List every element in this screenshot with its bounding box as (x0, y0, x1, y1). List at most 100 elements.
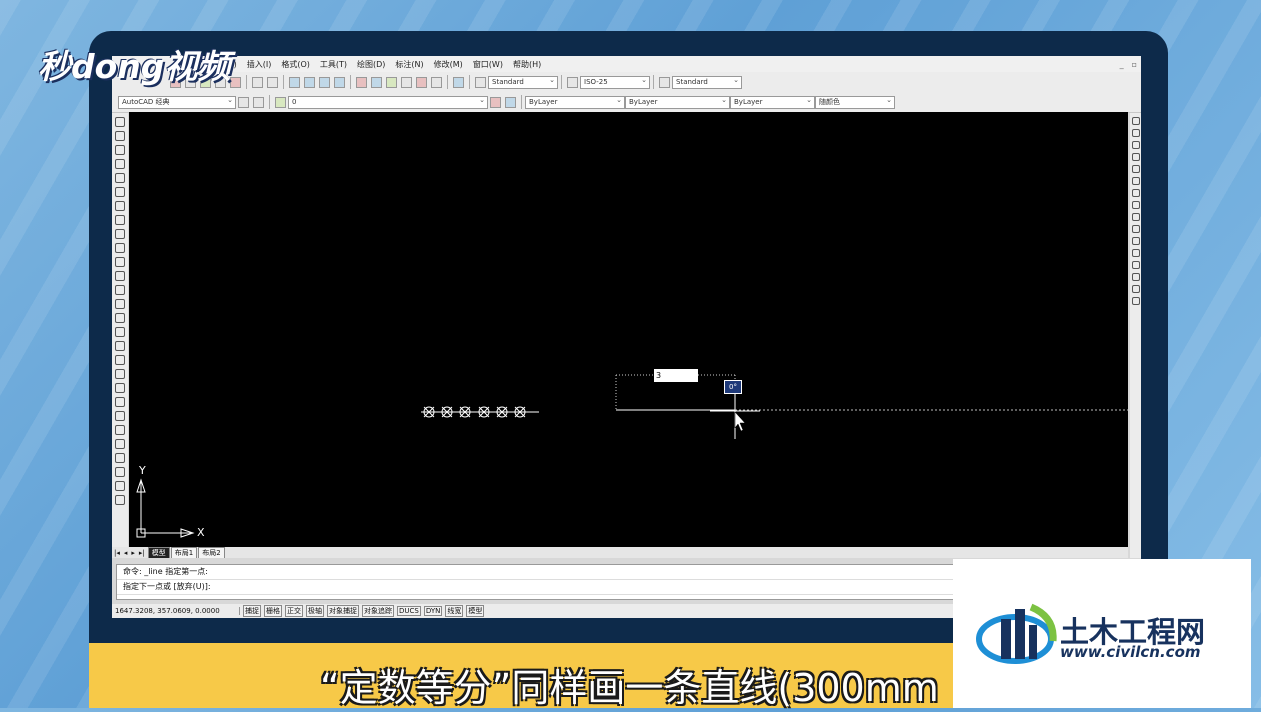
menu-draw[interactable]: 绘图(D) (352, 59, 390, 70)
explode-icon[interactable] (1131, 297, 1140, 305)
menu-modify[interactable]: 修改(M) (429, 59, 468, 70)
ortho-toggle[interactable]: 正交 (285, 605, 303, 617)
polar-toggle[interactable]: 极轴 (306, 605, 324, 617)
polyline-icon[interactable] (115, 145, 125, 155)
tab-model[interactable]: 模型 (147, 547, 170, 558)
plotstyle-select[interactable]: 随颜色 (815, 95, 895, 109)
dynamic-input-field[interactable]: 3 (654, 369, 698, 382)
menu-insert[interactable]: 插入(I) (242, 59, 277, 70)
polygon-icon[interactable] (115, 159, 125, 169)
undo-icon[interactable] (252, 76, 263, 88)
design-center-icon[interactable] (371, 76, 382, 88)
sheet-set-icon[interactable] (401, 76, 412, 88)
circle-icon[interactable] (115, 201, 125, 211)
center-mark-icon[interactable] (115, 453, 125, 463)
ellipse-icon[interactable] (115, 243, 125, 253)
tab-layout1[interactable]: 布局1 (170, 547, 198, 558)
copy-object-icon[interactable] (1131, 129, 1140, 137)
leader-icon[interactable] (115, 425, 125, 435)
linetype-select[interactable]: ByLayer (625, 95, 730, 109)
redo-icon[interactable] (267, 76, 278, 88)
dimension-linear-icon[interactable] (115, 369, 125, 379)
ducs-toggle[interactable]: DUCS (397, 606, 421, 616)
text-style-select[interactable]: Standard (488, 75, 558, 89)
fillet-icon[interactable] (1131, 285, 1140, 293)
osnap-toggle[interactable]: 对象捕捉 (327, 605, 359, 617)
brush-icon[interactable] (230, 76, 241, 88)
table-style-select[interactable]: Standard (672, 75, 742, 89)
stretch-icon[interactable] (1131, 213, 1140, 221)
next-tab-icon[interactable]: ▸ (129, 549, 137, 557)
table-icon[interactable] (115, 341, 125, 351)
move-icon[interactable] (1131, 177, 1140, 185)
menu-tools[interactable]: 工具(T) (315, 59, 352, 70)
join-icon[interactable] (1131, 261, 1140, 269)
markup-icon[interactable] (416, 76, 427, 88)
hatch-icon[interactable] (115, 299, 125, 309)
break-icon[interactable] (1131, 249, 1140, 257)
prev-tab-icon[interactable]: ◂ (122, 549, 130, 557)
rotate-icon[interactable] (1131, 189, 1140, 197)
spline-icon[interactable] (115, 229, 125, 239)
lineweight-select[interactable]: ByLayer (730, 95, 815, 109)
rectangle-icon[interactable] (115, 173, 125, 183)
color-select[interactable]: ByLayer (525, 95, 625, 109)
zoom-realtime-icon[interactable] (304, 76, 315, 88)
workspace-select[interactable]: AutoCAD 经典 (118, 95, 236, 109)
menu-format[interactable]: 格式(O) (276, 59, 315, 70)
tab-layout2[interactable]: 布局2 (198, 547, 225, 558)
help-icon[interactable] (453, 76, 464, 88)
dim-style-select[interactable]: ISO-25 (580, 75, 650, 89)
extend-icon[interactable] (1131, 237, 1140, 245)
erase-icon[interactable] (1131, 117, 1140, 125)
scale-icon[interactable] (1131, 201, 1140, 209)
point-icon[interactable] (115, 285, 125, 295)
drawing-canvas[interactable]: 3 0° Y X (129, 112, 1128, 547)
zoom-previous-icon[interactable] (334, 76, 345, 88)
snap-toggle[interactable]: 捕捉 (243, 605, 261, 617)
array-icon[interactable] (1131, 165, 1140, 173)
mirror-icon[interactable] (1131, 141, 1140, 149)
continue-dim-icon[interactable] (115, 481, 125, 491)
dimension-radius-icon[interactable] (115, 397, 125, 407)
make-current-layer-icon[interactable] (490, 96, 501, 108)
otrack-toggle[interactable]: 对象追踪 (362, 605, 394, 617)
lineweight-toggle[interactable]: 线宽 (445, 605, 464, 617)
workspace-save-icon[interactable] (253, 96, 264, 108)
restore-icon[interactable]: ▫ (1128, 60, 1141, 69)
dyn-toggle[interactable]: DYN (423, 606, 443, 616)
revision-cloud-icon[interactable] (115, 215, 125, 225)
layer-select[interactable]: 0 (288, 95, 488, 109)
line-tool-icon[interactable] (115, 117, 125, 127)
properties-icon[interactable] (356, 76, 367, 88)
mtext-icon[interactable] (115, 355, 125, 365)
menu-help[interactable]: 帮助(H) (508, 59, 546, 70)
zoom-window-icon[interactable] (319, 76, 330, 88)
chamfer-icon[interactable] (1131, 273, 1140, 281)
model-toggle[interactable]: 模型 (466, 605, 485, 617)
dimension-angle-icon[interactable] (115, 411, 125, 421)
baseline-dim-icon[interactable] (115, 467, 125, 477)
workspace-settings-icon[interactable] (238, 96, 249, 108)
layer-manager-icon[interactable] (275, 96, 286, 108)
insert-block-icon[interactable] (115, 257, 125, 267)
trim-icon[interactable] (1131, 225, 1140, 233)
offset-icon[interactable] (1131, 153, 1140, 161)
calculator-icon[interactable] (431, 76, 442, 88)
construction-line-icon[interactable] (115, 131, 125, 141)
ordinate-dim-icon[interactable] (115, 495, 125, 505)
menu-dimension[interactable]: 标注(N) (390, 59, 428, 70)
arc-icon[interactable] (115, 187, 125, 197)
gradient-icon[interactable] (115, 313, 125, 323)
layer-previous-icon[interactable] (505, 96, 516, 108)
minimize-icon[interactable]: _ (1116, 60, 1128, 69)
menu-window[interactable]: 窗口(W) (468, 59, 508, 70)
dimension-aligned-icon[interactable] (115, 383, 125, 393)
pan-icon[interactable] (289, 76, 300, 88)
last-tab-icon[interactable]: ▸| (137, 549, 147, 557)
make-block-icon[interactable] (115, 271, 125, 281)
tolerance-icon[interactable] (115, 439, 125, 449)
grid-toggle[interactable]: 栅格 (264, 605, 282, 617)
region-icon[interactable] (115, 327, 125, 337)
tool-palettes-icon[interactable] (386, 76, 397, 88)
